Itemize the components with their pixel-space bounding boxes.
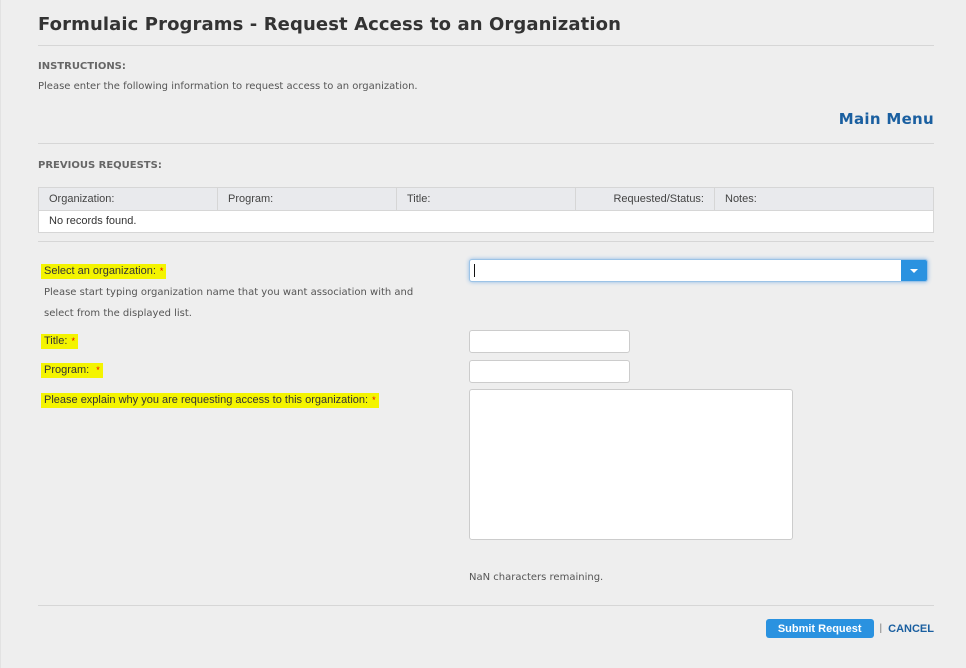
characters-remaining: NaN characters remaining. bbox=[469, 572, 604, 583]
cancel-link[interactable]: CANCEL bbox=[888, 623, 934, 635]
previous-requests-heading: PREVIOUS REQUESTS: bbox=[38, 160, 162, 171]
instructions-text: Please enter the following information t… bbox=[38, 81, 418, 92]
action-separator: | bbox=[879, 623, 883, 634]
page-title: Formulaic Programs - Request Access to a… bbox=[38, 14, 621, 35]
column-header-organization[interactable]: Organization: bbox=[39, 188, 218, 210]
window-edge bbox=[0, 0, 1, 668]
divider bbox=[38, 241, 934, 242]
reason-label: Please explain why you are requesting ac… bbox=[41, 393, 379, 408]
required-marker: * bbox=[372, 395, 376, 405]
divider bbox=[38, 45, 934, 46]
title-label-text: Title: bbox=[44, 335, 68, 347]
reason-label-text: Please explain why you are requesting ac… bbox=[44, 394, 369, 406]
divider bbox=[38, 143, 934, 144]
program-label-text: Program: bbox=[44, 364, 93, 376]
column-header-program[interactable]: Program: bbox=[218, 188, 397, 210]
program-input[interactable] bbox=[470, 361, 629, 382]
column-header-notes[interactable]: Notes: bbox=[715, 188, 933, 210]
column-header-title[interactable]: Title: bbox=[397, 188, 576, 210]
title-input[interactable] bbox=[470, 331, 629, 352]
program-combobox[interactable] bbox=[469, 360, 630, 383]
column-header-requested-status[interactable]: Requested/Status: bbox=[576, 188, 715, 210]
submit-request-button[interactable]: Submit Request bbox=[765, 619, 874, 638]
required-marker: * bbox=[96, 365, 100, 375]
required-marker: * bbox=[71, 336, 75, 346]
request-access-page: Formulaic Programs - Request Access to a… bbox=[38, 0, 934, 668]
table-header: Organization: Program: Title: Requested/… bbox=[39, 188, 933, 211]
previous-requests-table: Organization: Program: Title: Requested/… bbox=[38, 187, 934, 233]
required-marker: * bbox=[159, 266, 164, 276]
organization-combobox[interactable] bbox=[469, 259, 928, 282]
organization-help-text: Please start typing organization name th… bbox=[44, 287, 414, 319]
main-menu-link[interactable]: Main Menu bbox=[839, 110, 934, 128]
program-label: Program: * bbox=[41, 363, 103, 378]
organization-label: Select an organization: * bbox=[41, 264, 167, 279]
organization-input[interactable] bbox=[475, 260, 901, 281]
reason-textarea[interactable] bbox=[469, 389, 793, 540]
organization-label-text: Select an organization: bbox=[44, 265, 156, 277]
divider bbox=[38, 605, 934, 606]
caret-down-icon bbox=[910, 268, 918, 273]
title-combobox[interactable] bbox=[469, 330, 630, 353]
title-label: Title: * bbox=[41, 334, 78, 349]
empty-table-message: No records found. bbox=[49, 215, 137, 227]
form-actions: Submit Request | CANCEL bbox=[765, 619, 934, 638]
organization-dropdown-button[interactable] bbox=[901, 260, 927, 281]
instructions-heading: INSTRUCTIONS: bbox=[38, 61, 126, 72]
